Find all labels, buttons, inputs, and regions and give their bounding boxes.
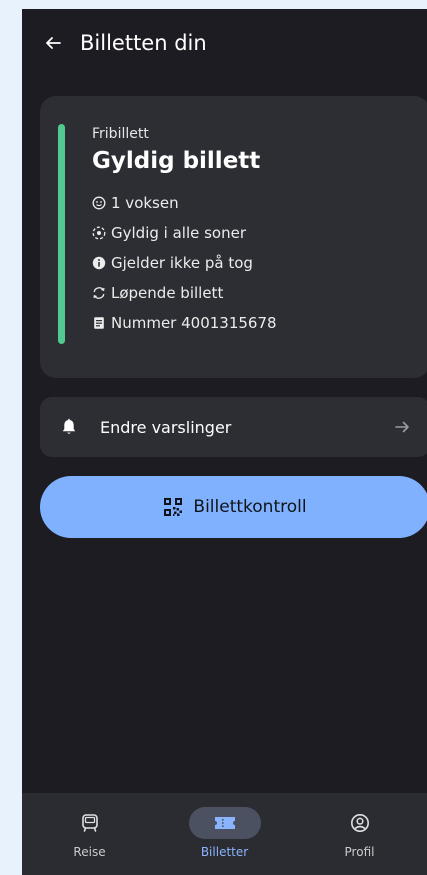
profile-icon (324, 807, 396, 839)
ticket-detail-train: Gjelder ikke på tog (92, 248, 414, 278)
page-title: Billetten din (80, 31, 207, 55)
ticket-control-button[interactable]: Billettkontroll (40, 476, 427, 538)
ticket-detail-text: 1 voksen (111, 194, 179, 212)
person-icon (92, 196, 106, 210)
ticket-detail-travellers: 1 voksen (92, 188, 414, 218)
ticket-info: Fribillett Gyldig billett 1 voksen Gyldi… (92, 126, 414, 338)
top-bar: Billetten din (22, 23, 427, 63)
ticket-detail-duration: Løpende billett (92, 278, 414, 308)
bell-icon (58, 416, 80, 438)
ticket-card[interactable]: Fribillett Gyldig billett 1 voksen Gyldi… (40, 96, 427, 378)
bus-icon (54, 807, 126, 839)
ticket-type: Fribillett (92, 126, 149, 142)
ticket-detail-text: Gyldig i alle soner (111, 224, 246, 242)
bottom-navigation: Reise Billetter Profil (22, 793, 427, 875)
nav-label: Profil (344, 845, 375, 859)
ticket-control-label: Billettkontroll (193, 497, 307, 517)
zone-icon (92, 226, 106, 240)
ticket-detail-zones: Gyldig i alle soner (92, 218, 414, 248)
valid-status-bar (58, 124, 65, 344)
ticket-detail-number: Nummer 4001315678 (92, 308, 414, 338)
ticket-detail-text: Gjelder ikke på tog (111, 254, 253, 272)
notifications-label: Endre varslinger (100, 417, 232, 437)
refresh-icon (92, 286, 106, 300)
change-notifications-button[interactable]: Endre varslinger (40, 397, 427, 457)
nav-item-reise[interactable]: Reise (22, 793, 157, 875)
nav-item-profil[interactable]: Profil (292, 793, 427, 875)
receipt-icon (92, 316, 106, 330)
ticket-detail-text: Nummer 4001315678 (111, 314, 277, 332)
ticket-status: Gyldig billett (92, 148, 261, 174)
qr-code-icon (164, 498, 183, 516)
nav-item-billetter[interactable]: Billetter (157, 793, 292, 875)
nav-label: Billetter (200, 845, 249, 859)
nav-label: Reise (73, 845, 106, 859)
app-screen: Billetten din Fribillett Gyldig billett … (22, 9, 427, 875)
ticket-icon (188, 807, 261, 839)
arrow-right-icon (392, 417, 412, 437)
ticket-detail-text: Løpende billett (111, 284, 224, 302)
arrow-left-icon (46, 37, 61, 49)
info-icon (92, 256, 106, 270)
back-button[interactable] (38, 28, 68, 58)
